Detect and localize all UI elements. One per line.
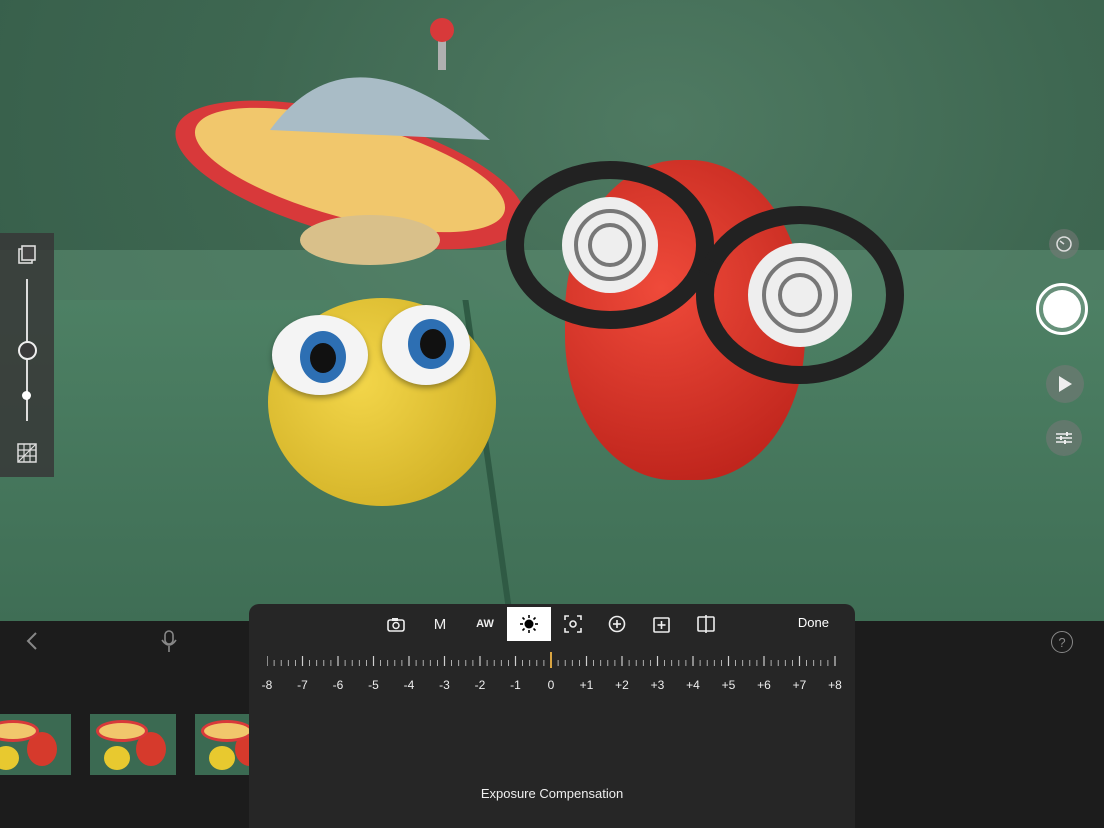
ruler-tick-label: +5 [721, 678, 736, 692]
ruler-tick-label: +3 [650, 678, 665, 692]
left-eye [272, 315, 368, 395]
right-eye [382, 305, 470, 385]
ruler-tick-label: -2 [474, 678, 486, 692]
ruler-tick-label: +7 [792, 678, 807, 692]
add-frame-icon[interactable] [640, 607, 684, 641]
grid-icon[interactable] [17, 443, 37, 463]
ruler-tick-label: -8 [261, 678, 273, 692]
ruler-tick-label: -3 [439, 678, 450, 692]
frame-thumbnail[interactable] [90, 714, 176, 775]
back-chevron-icon[interactable] [25, 632, 39, 650]
ruler-tick-label: +4 [686, 678, 700, 692]
exposure-icon[interactable] [507, 607, 551, 641]
help-icon[interactable]: ? [1051, 631, 1073, 653]
onion-skin-icon[interactable] [17, 245, 37, 265]
microphone-icon[interactable] [161, 630, 177, 654]
ruler-tick-label: +8 [828, 678, 842, 692]
settings-sliders-icon[interactable] [1046, 420, 1082, 456]
ruler-tick-label: +6 [757, 678, 771, 692]
hypno-glasses [506, 161, 904, 384]
timer-icon[interactable] [1049, 229, 1079, 259]
zoom-icon[interactable] [595, 607, 639, 641]
ruler-tick-label: +2 [615, 678, 629, 692]
onion-skin-slider-knob[interactable] [18, 341, 37, 360]
focus-icon[interactable] [551, 607, 595, 641]
camera-icon[interactable] [374, 607, 418, 641]
panel-caption: Exposure Compensation [480, 786, 624, 801]
ufo-prop [175, 18, 525, 265]
ruler-tick-label: -5 [368, 678, 379, 692]
ruler-tick-label: -4 [403, 678, 415, 692]
ruler-tick-label: -1 [510, 678, 521, 692]
ruler-tick-label: -7 [297, 678, 308, 692]
ruler-tick-label: +1 [579, 678, 594, 692]
ruler-tick-label: 0 [547, 678, 555, 692]
manual-mode-button[interactable]: M [418, 607, 462, 641]
mirror-icon[interactable] [684, 607, 728, 641]
frame-thumbnail[interactable] [0, 714, 71, 775]
frame-thumbnail[interactable] [195, 714, 249, 775]
ruler-tick-label: -6 [332, 678, 344, 692]
camera-viewport [0, 0, 1104, 621]
slider-end-dot[interactable] [22, 391, 31, 400]
play-icon[interactable] [1046, 365, 1084, 403]
done-button[interactable]: Done [798, 615, 829, 630]
capture-button[interactable] [1036, 283, 1088, 335]
exposure-panel: M AW Done -8 -7 -6 -5 -4 -3 -2 -1 0 +1 +2 +3 +4 +5 +6 +… [249, 604, 855, 828]
left-control-rail [0, 233, 54, 477]
auto-white-balance-button[interactable]: AW [463, 607, 507, 641]
